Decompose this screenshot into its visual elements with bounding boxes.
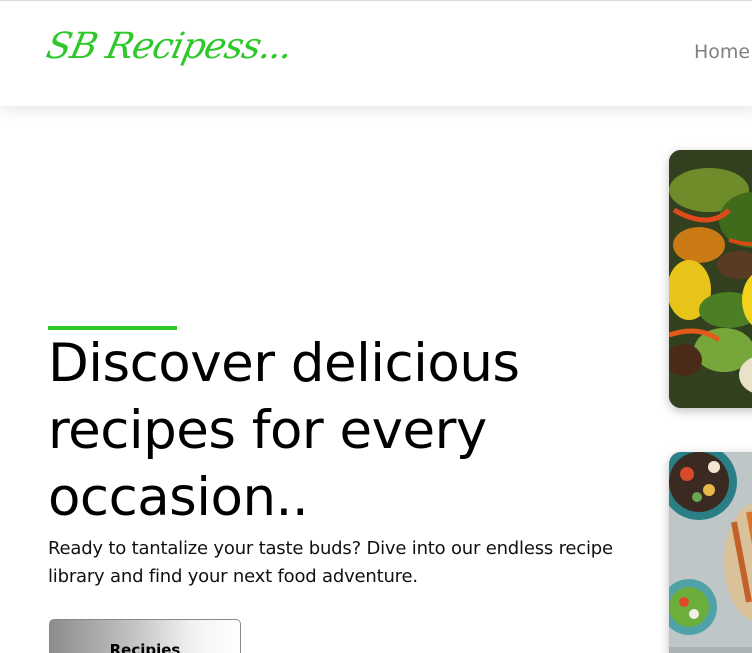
- navbar: SB Recipess... Home: [0, 0, 752, 106]
- hero-title: Discover delicious recipes for every occ…: [48, 333, 520, 528]
- page: SB Recipess... Home Discover delicious r…: [0, 0, 752, 653]
- bowls-picture: [669, 452, 752, 653]
- food-image-bowls: [669, 452, 752, 653]
- site-logo[interactable]: SB Recipess...: [43, 26, 296, 67]
- nav-link-home[interactable]: Home: [694, 41, 750, 63]
- food-image-stir-fry: [669, 150, 752, 408]
- recipes-button[interactable]: Recipies: [49, 619, 241, 653]
- stir-fry-picture: [669, 150, 752, 408]
- hero-subtitle: Ready to tantalize your taste buds? Dive…: [48, 538, 613, 587]
